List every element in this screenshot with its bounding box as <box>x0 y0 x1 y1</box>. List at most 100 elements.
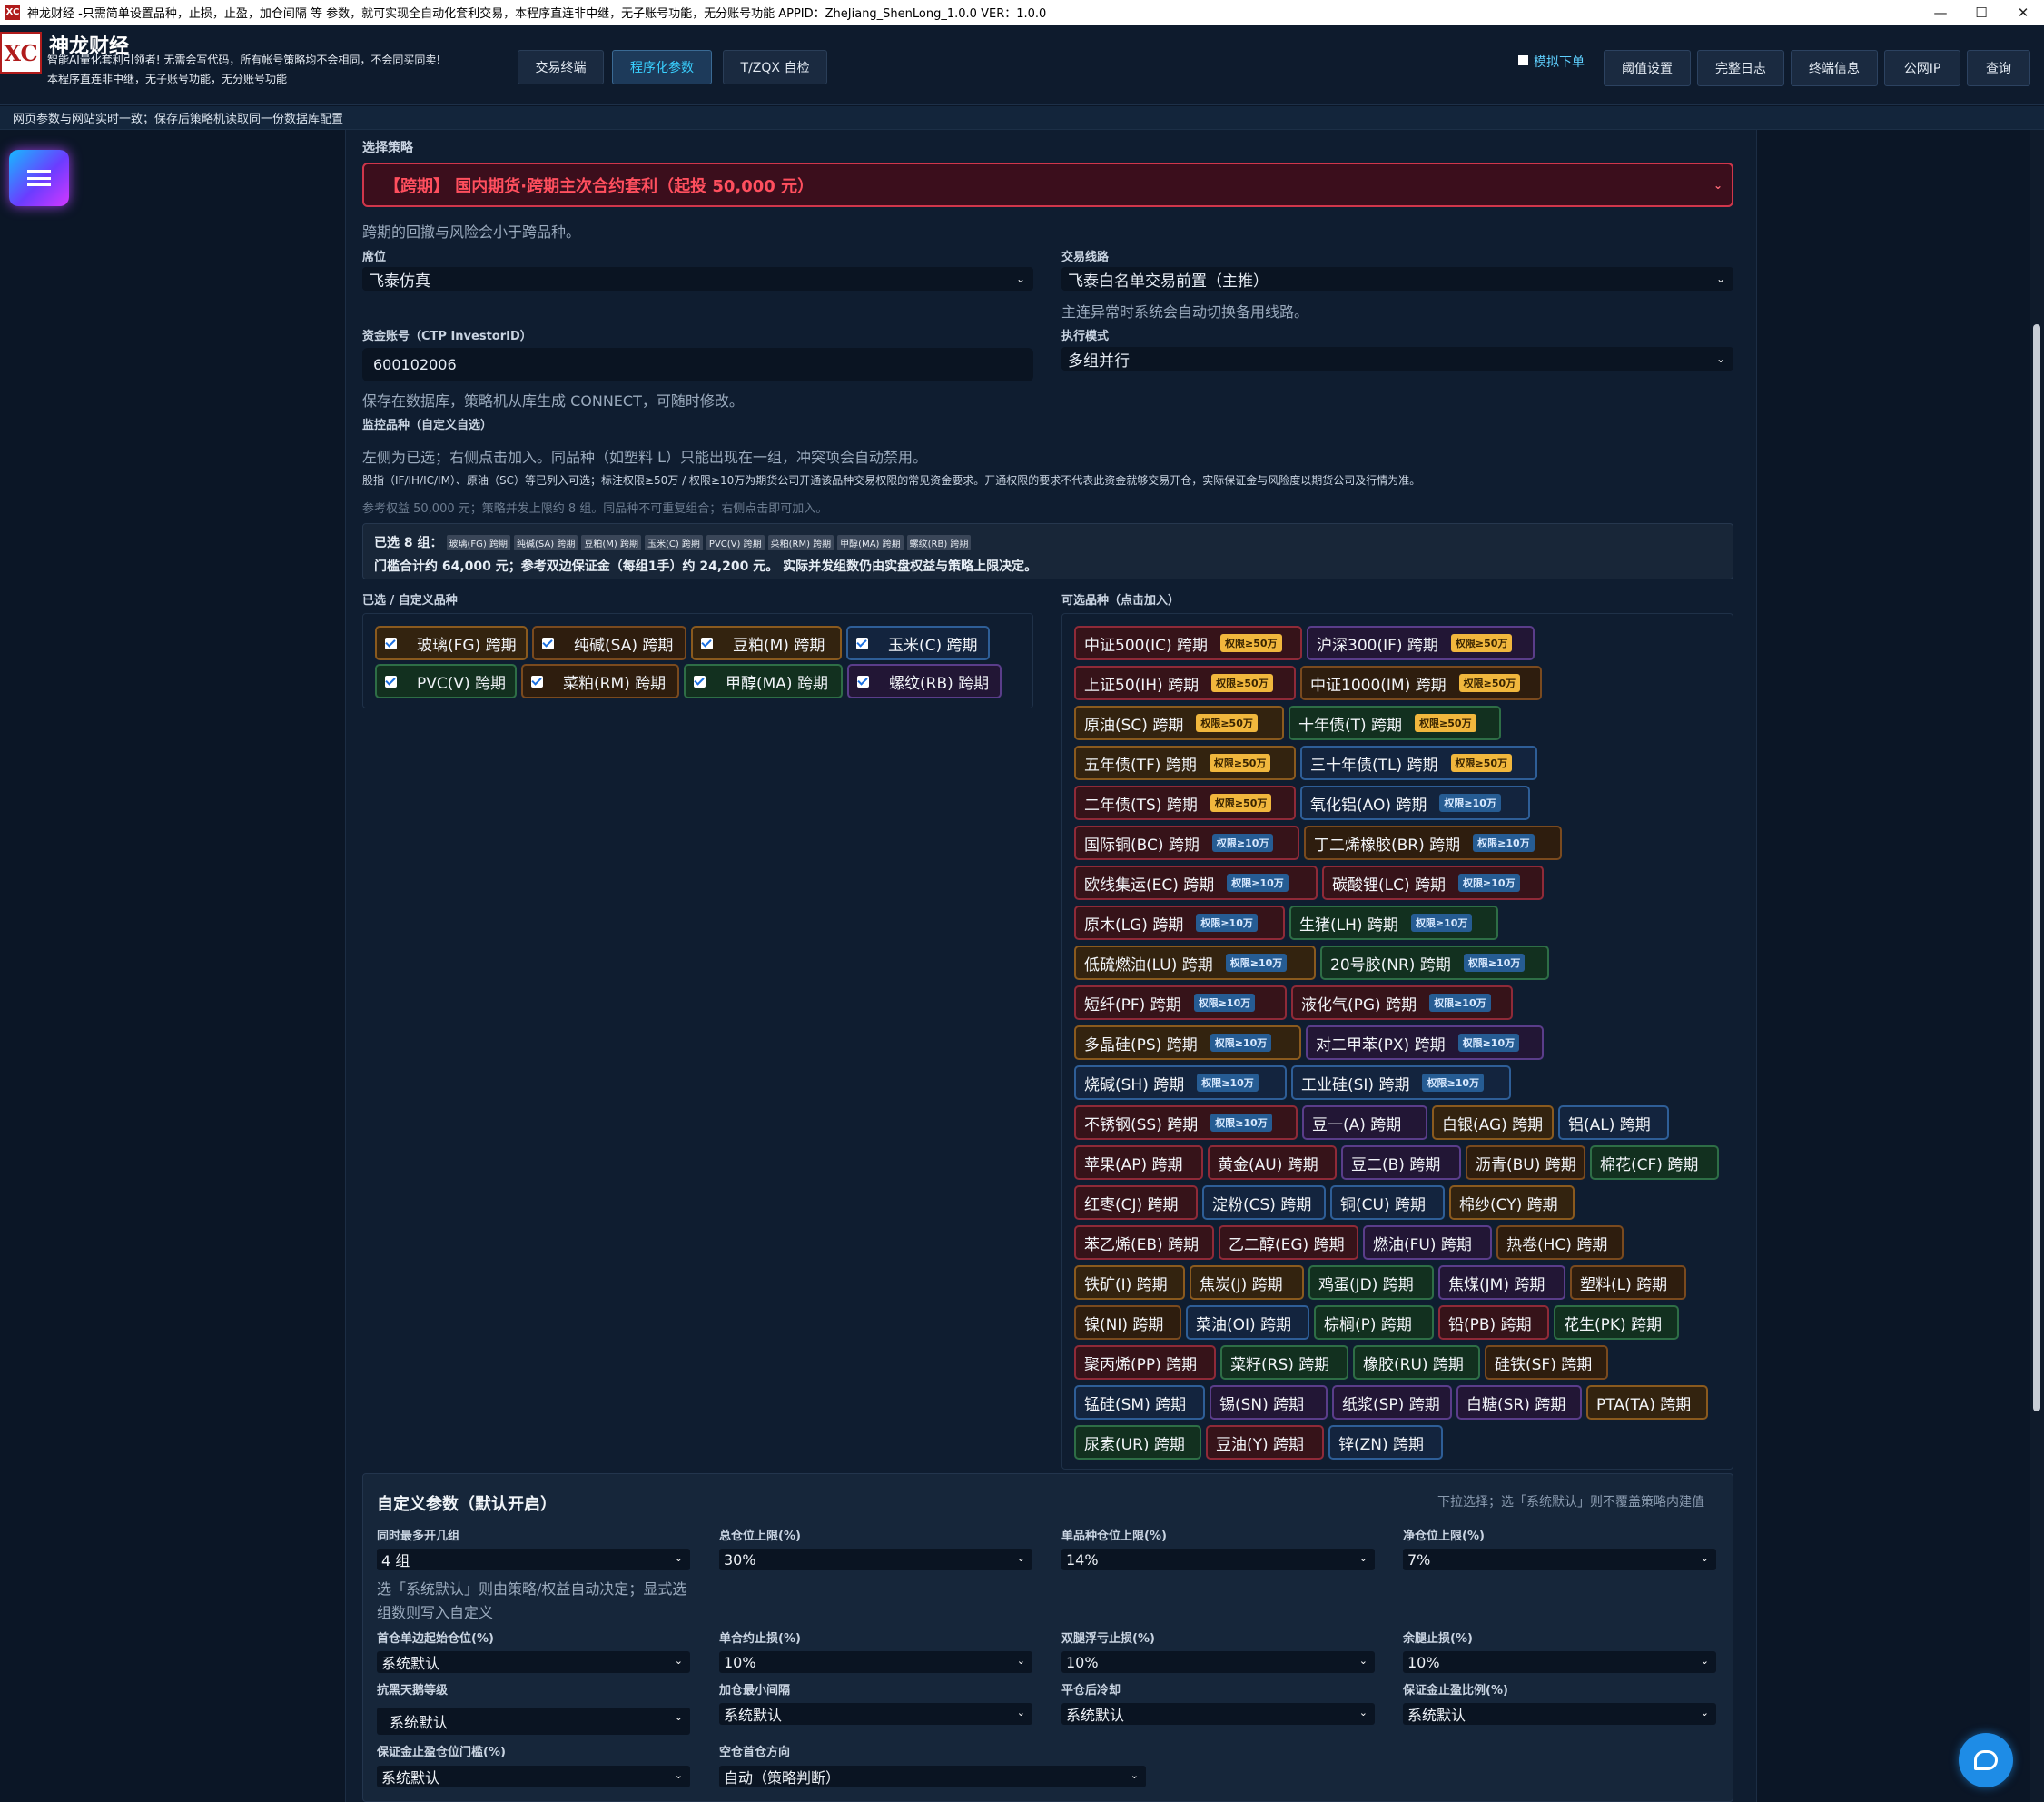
available-chip[interactable]: 多晶硅(PS) 跨期 权限≥10万 <box>1074 1025 1301 1060</box>
available-chip[interactable]: 三十年债(TL) 跨期 权限≥50万 <box>1300 746 1537 780</box>
cooldown-select[interactable]: 系统默认 ⌄ <box>1061 1703 1375 1725</box>
support-chat-button[interactable] <box>1959 1733 2013 1787</box>
available-chip[interactable]: 热卷(HC) 跨期 <box>1496 1225 1624 1260</box>
checkbox-checked-icon[interactable] <box>385 637 397 649</box>
available-chip[interactable]: 纸浆(SP) 跨期 <box>1332 1385 1452 1420</box>
available-chip[interactable]: 塑料(L) 跨期 <box>1570 1265 1686 1300</box>
available-chip[interactable]: PTA(TA) 跨期 <box>1586 1385 1708 1420</box>
query-button[interactable]: 查询 <box>1967 50 2030 86</box>
available-chip[interactable]: 液化气(PG) 跨期 权限≥10万 <box>1291 985 1513 1020</box>
checkbox-checked-icon[interactable] <box>385 675 397 688</box>
available-chip[interactable]: 豆一(A) 跨期 <box>1302 1105 1427 1140</box>
checkbox-checked-icon[interactable] <box>856 637 868 649</box>
terminal-info-button[interactable]: 终端信息 <box>1791 50 1878 86</box>
available-chip[interactable]: 欧线集运(EC) 跨期 权限≥10万 <box>1074 866 1318 900</box>
available-chip[interactable]: 菜籽(RS) 跨期 <box>1220 1345 1348 1380</box>
available-chip[interactable]: 焦煤(JM) 跨期 <box>1438 1265 1565 1300</box>
full-log-button[interactable]: 完整日志 <box>1697 50 1784 86</box>
single-position-select[interactable]: 14% ⌄ <box>1061 1549 1375 1570</box>
available-chip[interactable]: 五年债(TF) 跨期 权限≥50万 <box>1074 746 1296 780</box>
available-chip[interactable]: 棉纱(CY) 跨期 <box>1449 1185 1575 1220</box>
strategy-select[interactable]: 【跨期】 国内期货·跨期主次合约套利（起投 50,000 元） ⌄ <box>362 163 1733 207</box>
available-chip[interactable]: 低硫燃油(LU) 跨期 权限≥10万 <box>1074 946 1316 980</box>
available-chip[interactable]: 红枣(CJ) 跨期 <box>1074 1185 1198 1220</box>
available-chip[interactable]: 焦炭(J) 跨期 <box>1190 1265 1304 1300</box>
dual-leg-stoploss-select[interactable]: 10% ⌄ <box>1061 1651 1375 1673</box>
available-chip[interactable]: 硅铁(SF) 跨期 <box>1485 1345 1608 1380</box>
total-position-select[interactable]: 30% ⌄ <box>719 1549 1032 1570</box>
available-chip[interactable]: 乙二醇(EG) 跨期 <box>1219 1225 1358 1260</box>
selected-chip[interactable]: 螺纹(RB) 跨期 <box>847 664 1002 698</box>
threshold-settings-button[interactable]: 阈值设置 <box>1604 50 1691 86</box>
available-chip[interactable]: 菜油(OI) 跨期 <box>1186 1305 1309 1340</box>
available-chip[interactable]: 鸡蛋(JD) 跨期 <box>1308 1265 1434 1300</box>
tab-trade-terminal[interactable]: 交易终端 <box>518 50 604 84</box>
selected-chip[interactable]: 纯碱(SA) 跨期 <box>532 626 686 660</box>
available-chip[interactable]: 丁二烯橡胶(BR) 跨期 权限≥10万 <box>1304 826 1562 860</box>
available-chip[interactable]: 燃油(FU) 跨期 <box>1363 1225 1492 1260</box>
available-chip[interactable]: 二年债(TS) 跨期 权限≥50万 <box>1074 786 1296 820</box>
available-chip[interactable]: 短纤(PF) 跨期 权限≥10万 <box>1074 985 1287 1020</box>
available-chip[interactable]: 不锈钢(SS) 跨期 权限≥10万 <box>1074 1105 1298 1140</box>
route-select[interactable]: 飞泰白名单交易前置（主推） ⌄ <box>1061 267 1733 291</box>
available-chip[interactable]: 镍(NI) 跨期 <box>1074 1305 1181 1340</box>
maximize-icon[interactable]: ☐ <box>1959 0 2004 25</box>
available-chip[interactable]: 豆二(B) 跨期 <box>1341 1145 1461 1180</box>
selected-chip[interactable]: 玉米(C) 跨期 <box>846 626 990 660</box>
available-chip[interactable]: 棉花(CF) 跨期 <box>1590 1145 1719 1180</box>
checkbox-checked-icon[interactable] <box>542 637 554 649</box>
minimize-icon[interactable]: — <box>1918 0 1963 25</box>
available-chip[interactable]: 上证50(IH) 跨期 权限≥50万 <box>1074 666 1296 700</box>
available-chip[interactable]: 锌(ZN) 跨期 <box>1328 1425 1443 1460</box>
available-chip[interactable]: 国际铜(BC) 跨期 权限≥10万 <box>1074 826 1299 860</box>
net-position-select[interactable]: 7% ⌄ <box>1403 1549 1716 1570</box>
exec-mode-select[interactable]: 多组并行 ⌄ <box>1061 347 1733 371</box>
available-chip[interactable]: 生猪(LH) 跨期 权限≥10万 <box>1289 906 1498 940</box>
contract-stoploss-select[interactable]: 10% ⌄ <box>719 1651 1032 1673</box>
broker-select[interactable]: 飞泰仿真 ⌄ <box>362 267 1033 291</box>
available-chip[interactable]: 聚丙烯(PP) 跨期 <box>1074 1345 1216 1380</box>
checkbox-checked-icon[interactable] <box>531 675 543 688</box>
available-chip[interactable]: 20号胶(NR) 跨期 权限≥10万 <box>1320 946 1549 980</box>
checkbox-checked-icon[interactable] <box>701 637 713 649</box>
account-input[interactable]: 600102006 <box>362 348 1033 381</box>
available-chip[interactable]: 锡(SN) 跨期 <box>1210 1385 1328 1420</box>
available-chip[interactable]: 工业硅(SI) 跨期 权限≥10万 <box>1291 1065 1511 1100</box>
available-chip[interactable]: 白糖(SR) 跨期 <box>1456 1385 1582 1420</box>
available-chip[interactable]: 苯乙烯(EB) 跨期 <box>1074 1225 1214 1260</box>
available-chip[interactable]: 棕榈(P) 跨期 <box>1314 1305 1434 1340</box>
available-chip[interactable]: 尿素(UR) 跨期 <box>1074 1425 1201 1460</box>
available-chip[interactable]: 铁矿(I) 跨期 <box>1074 1265 1185 1300</box>
available-chip[interactable]: 对二甲苯(PX) 跨期 权限≥10万 <box>1306 1025 1544 1060</box>
max-groups-select[interactable]: 4 组 ⌄ <box>377 1549 690 1570</box>
remaining-leg-stoploss-select[interactable]: 10% ⌄ <box>1403 1651 1716 1673</box>
available-chip[interactable]: 橡胶(RU) 跨期 <box>1353 1345 1480 1380</box>
available-chip[interactable]: 十年债(T) 跨期 权限≥50万 <box>1289 706 1501 740</box>
available-chip[interactable]: 淀粉(CS) 跨期 <box>1202 1185 1326 1220</box>
menu-button[interactable] <box>9 150 69 206</box>
selected-chip[interactable]: 玻璃(FG) 跨期 <box>375 626 528 660</box>
available-chip[interactable]: 黄金(AU) 跨期 <box>1208 1145 1337 1180</box>
public-ip-button[interactable]: 公网IP <box>1884 50 1960 86</box>
selected-chip[interactable]: PVC(V) 跨期 <box>375 664 517 698</box>
available-chip[interactable]: 碳酸锂(LC) 跨期 权限≥10万 <box>1322 866 1544 900</box>
available-chip[interactable]: 沥青(BU) 跨期 <box>1466 1145 1585 1180</box>
available-chip[interactable]: 中证500(IC) 跨期 权限≥50万 <box>1074 626 1302 660</box>
available-chip[interactable]: 白银(AG) 跨期 <box>1432 1105 1554 1140</box>
checkbox-checked-icon[interactable] <box>694 675 706 688</box>
tab-program-params[interactable]: 程序化参数 <box>612 50 712 84</box>
margin-threshold-select[interactable]: 系统默认 ⌄ <box>377 1766 690 1787</box>
close-icon[interactable]: ✕ <box>2000 0 2044 25</box>
available-chip[interactable]: 花生(PK) 跨期 <box>1554 1305 1679 1340</box>
available-chip[interactable]: 原油(SC) 跨期 权限≥50万 <box>1074 706 1284 740</box>
available-chip[interactable]: 中证1000(IM) 跨期 权限≥50万 <box>1300 666 1542 700</box>
available-chip[interactable]: 原木(LG) 跨期 权限≥10万 <box>1074 906 1285 940</box>
scrollbar-thumb[interactable] <box>2033 324 2040 1411</box>
first-position-select[interactable]: 系统默认 ⌄ <box>377 1651 690 1673</box>
checkbox-checked-icon[interactable] <box>857 675 869 688</box>
simulate-order-checkbox[interactable] <box>1518 55 1528 65</box>
margin-takeprofit-select[interactable]: 系统默认 ⌄ <box>1403 1703 1716 1725</box>
available-chip[interactable]: 苹果(AP) 跨期 <box>1074 1145 1203 1180</box>
available-chip[interactable]: 氧化铝(AO) 跨期 权限≥10万 <box>1300 786 1530 820</box>
empty-direction-select[interactable]: 自动（策略判断） ⌄ <box>719 1766 1146 1787</box>
